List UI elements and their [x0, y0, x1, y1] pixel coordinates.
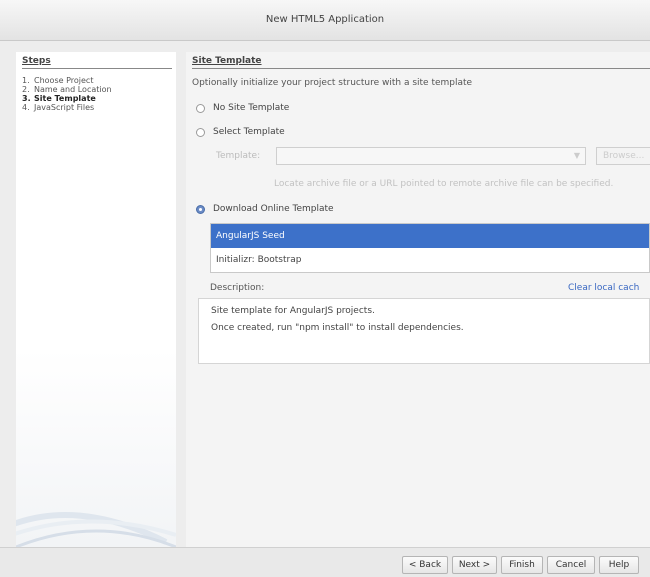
select-template-radio[interactable]	[196, 127, 205, 137]
download-online-option[interactable]: Download Online Template	[196, 204, 334, 214]
no-template-label: No Site Template	[213, 103, 290, 113]
online-template-list[interactable]: AngularJS Seed Initializr: Bootstrap	[210, 223, 650, 273]
browse-button[interactable]: Browse...	[596, 147, 650, 165]
next-button[interactable]: Next >	[452, 556, 497, 574]
step-item-javascript-files: 4. JavaScript Files	[22, 103, 95, 112]
step-item-site-template: 3. Site Template	[22, 94, 96, 103]
template-field-label: Template:	[216, 151, 261, 161]
download-online-label: Download Online Template	[213, 204, 334, 214]
template-combo[interactable]: ▼	[276, 147, 586, 165]
description-line: Once created, run "npm install" to insta…	[211, 323, 464, 333]
template-list-item[interactable]: Initializr: Bootstrap	[211, 248, 649, 272]
site-template-panel: Site Template Optionally initialize your…	[186, 52, 650, 547]
chevron-down-icon: ▼	[573, 151, 580, 160]
template-list-item[interactable]: AngularJS Seed	[211, 224, 649, 248]
description-label: Description:	[210, 283, 265, 293]
finish-button[interactable]: Finish	[501, 556, 543, 574]
section-title: Site Template	[192, 56, 650, 69]
step-item-name-location: 2. Name and Location	[22, 85, 112, 94]
template-hint: Locate archive file or a URL pointed to …	[274, 179, 614, 189]
back-button[interactable]: < Back	[402, 556, 448, 574]
cancel-button[interactable]: Cancel	[547, 556, 595, 574]
description-line: Site template for AngularJS projects.	[211, 306, 375, 316]
steps-list: 1. Choose Project 2. Name and Location 3. S…	[22, 76, 112, 112]
button-bar: < Back Next > Finish Cancel Help	[0, 547, 650, 577]
select-template-option[interactable]: Select Template	[196, 127, 285, 137]
description-box: Site template for AngularJS projects. On…	[198, 298, 650, 364]
steps-heading: Steps	[22, 56, 172, 69]
window-title: New HTML5 Application	[0, 0, 650, 41]
clear-local-cache-link[interactable]: Clear local cach	[568, 283, 639, 293]
download-online-radio[interactable]	[196, 204, 205, 214]
select-template-label: Select Template	[213, 127, 285, 137]
steps-panel: Steps 1. Choose Project 2. Name and Locati…	[16, 52, 176, 547]
dialog-window: New HTML5 Application Steps 1. Choose Pro…	[0, 0, 650, 577]
help-button[interactable]: Help	[599, 556, 639, 574]
no-template-radio[interactable]	[196, 103, 205, 113]
wizard-decoration	[16, 512, 176, 547]
no-template-option[interactable]: No Site Template	[196, 103, 289, 113]
intro-text: Optionally initialize your project struc…	[192, 78, 473, 88]
step-item-choose-project: 1. Choose Project	[22, 76, 94, 85]
